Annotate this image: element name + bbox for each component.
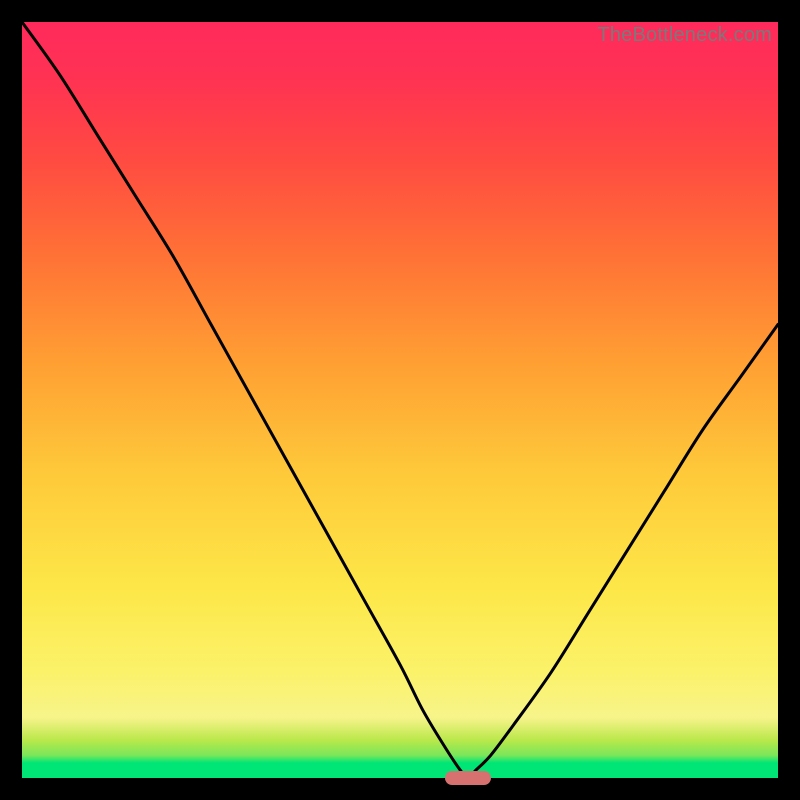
chart-frame: TheBottleneck.com: [0, 0, 800, 800]
optimal-point-marker: [445, 771, 490, 785]
chart-plot-area: TheBottleneck.com: [22, 22, 778, 778]
curve-path: [22, 22, 778, 778]
bottleneck-curve: [22, 22, 778, 778]
